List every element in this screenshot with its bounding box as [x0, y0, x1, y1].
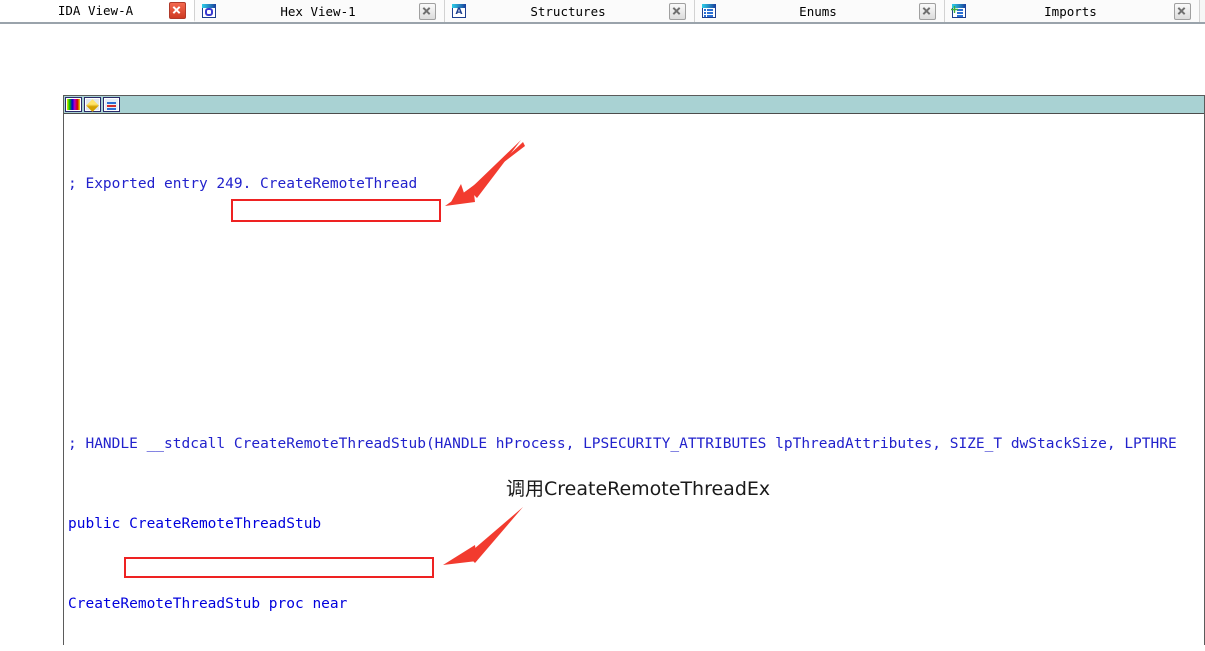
panel-toolbar — [64, 96, 1204, 114]
prototype-params: (HANDLE hProcess, LPSECURITY_ATTRIBUTES … — [425, 436, 1177, 452]
code-line-prototype: ; HANDLE __stdcall CreateRemoteThreadStu… — [64, 434, 1204, 454]
view-tab-bar: IDA View-A Hex View-1 A Structures Enums — [0, 0, 1205, 24]
chinese-annotation-note: 调用CreateRemoteThreadEx — [506, 478, 771, 500]
tab-close-button[interactable] — [919, 2, 936, 20]
prototype-function-name[interactable]: CreateRemoteThreadStub — [234, 436, 426, 452]
tab-label: Hex View-1 — [280, 3, 356, 19]
tab-close-button[interactable] — [419, 2, 436, 20]
code-line-public: public CreateRemoteThreadStub — [64, 514, 1204, 534]
color-palette-button[interactable] — [65, 97, 82, 112]
tab-imports[interactable]: Imports — [945, 0, 1200, 22]
edit-pencil-button[interactable] — [84, 97, 101, 112]
public-keyword: public — [68, 516, 130, 532]
hex-view-icon — [201, 3, 217, 19]
code-text: ; Exported entry 249. CreateRemoteThread — [68, 176, 418, 192]
tab-close-button[interactable] — [169, 1, 186, 19]
ida-view-panel: ; Exported entry 249. CreateRemoteThread… — [63, 95, 1205, 645]
prototype-prefix: ; HANDLE __stdcall — [68, 436, 234, 452]
tab-label: IDA View-A — [57, 2, 134, 18]
code-line: ; Exported entry 249. CreateRemoteThread — [64, 174, 1204, 194]
tab-close-button[interactable] — [669, 2, 686, 20]
tab-hex-view-1[interactable]: Hex View-1 — [195, 0, 445, 22]
disassembly-code-area[interactable]: ; Exported entry 249. CreateRemoteThread… — [64, 114, 1204, 645]
tab-ida-view-a[interactable]: IDA View-A — [0, 0, 195, 22]
tab-structures[interactable]: A Structures — [445, 0, 695, 22]
proc-name[interactable]: CreateRemoteThreadStub — [68, 596, 260, 612]
tab-label: Structures — [530, 3, 606, 19]
structures-icon: A — [451, 3, 467, 19]
graph-overview-button[interactable] — [103, 97, 120, 112]
tab-enums[interactable]: Enums — [695, 0, 945, 22]
imports-icon — [951, 3, 967, 19]
proc-keyword: proc near — [260, 596, 348, 612]
tab-label: Imports — [1044, 3, 1097, 19]
tab-close-button[interactable] — [1174, 2, 1191, 20]
enums-icon — [701, 3, 717, 19]
public-symbol-name[interactable]: CreateRemoteThreadStub — [129, 516, 321, 532]
tab-label: Enums — [799, 3, 837, 19]
code-line-proc: CreateRemoteThreadStub proc near — [64, 594, 1204, 614]
